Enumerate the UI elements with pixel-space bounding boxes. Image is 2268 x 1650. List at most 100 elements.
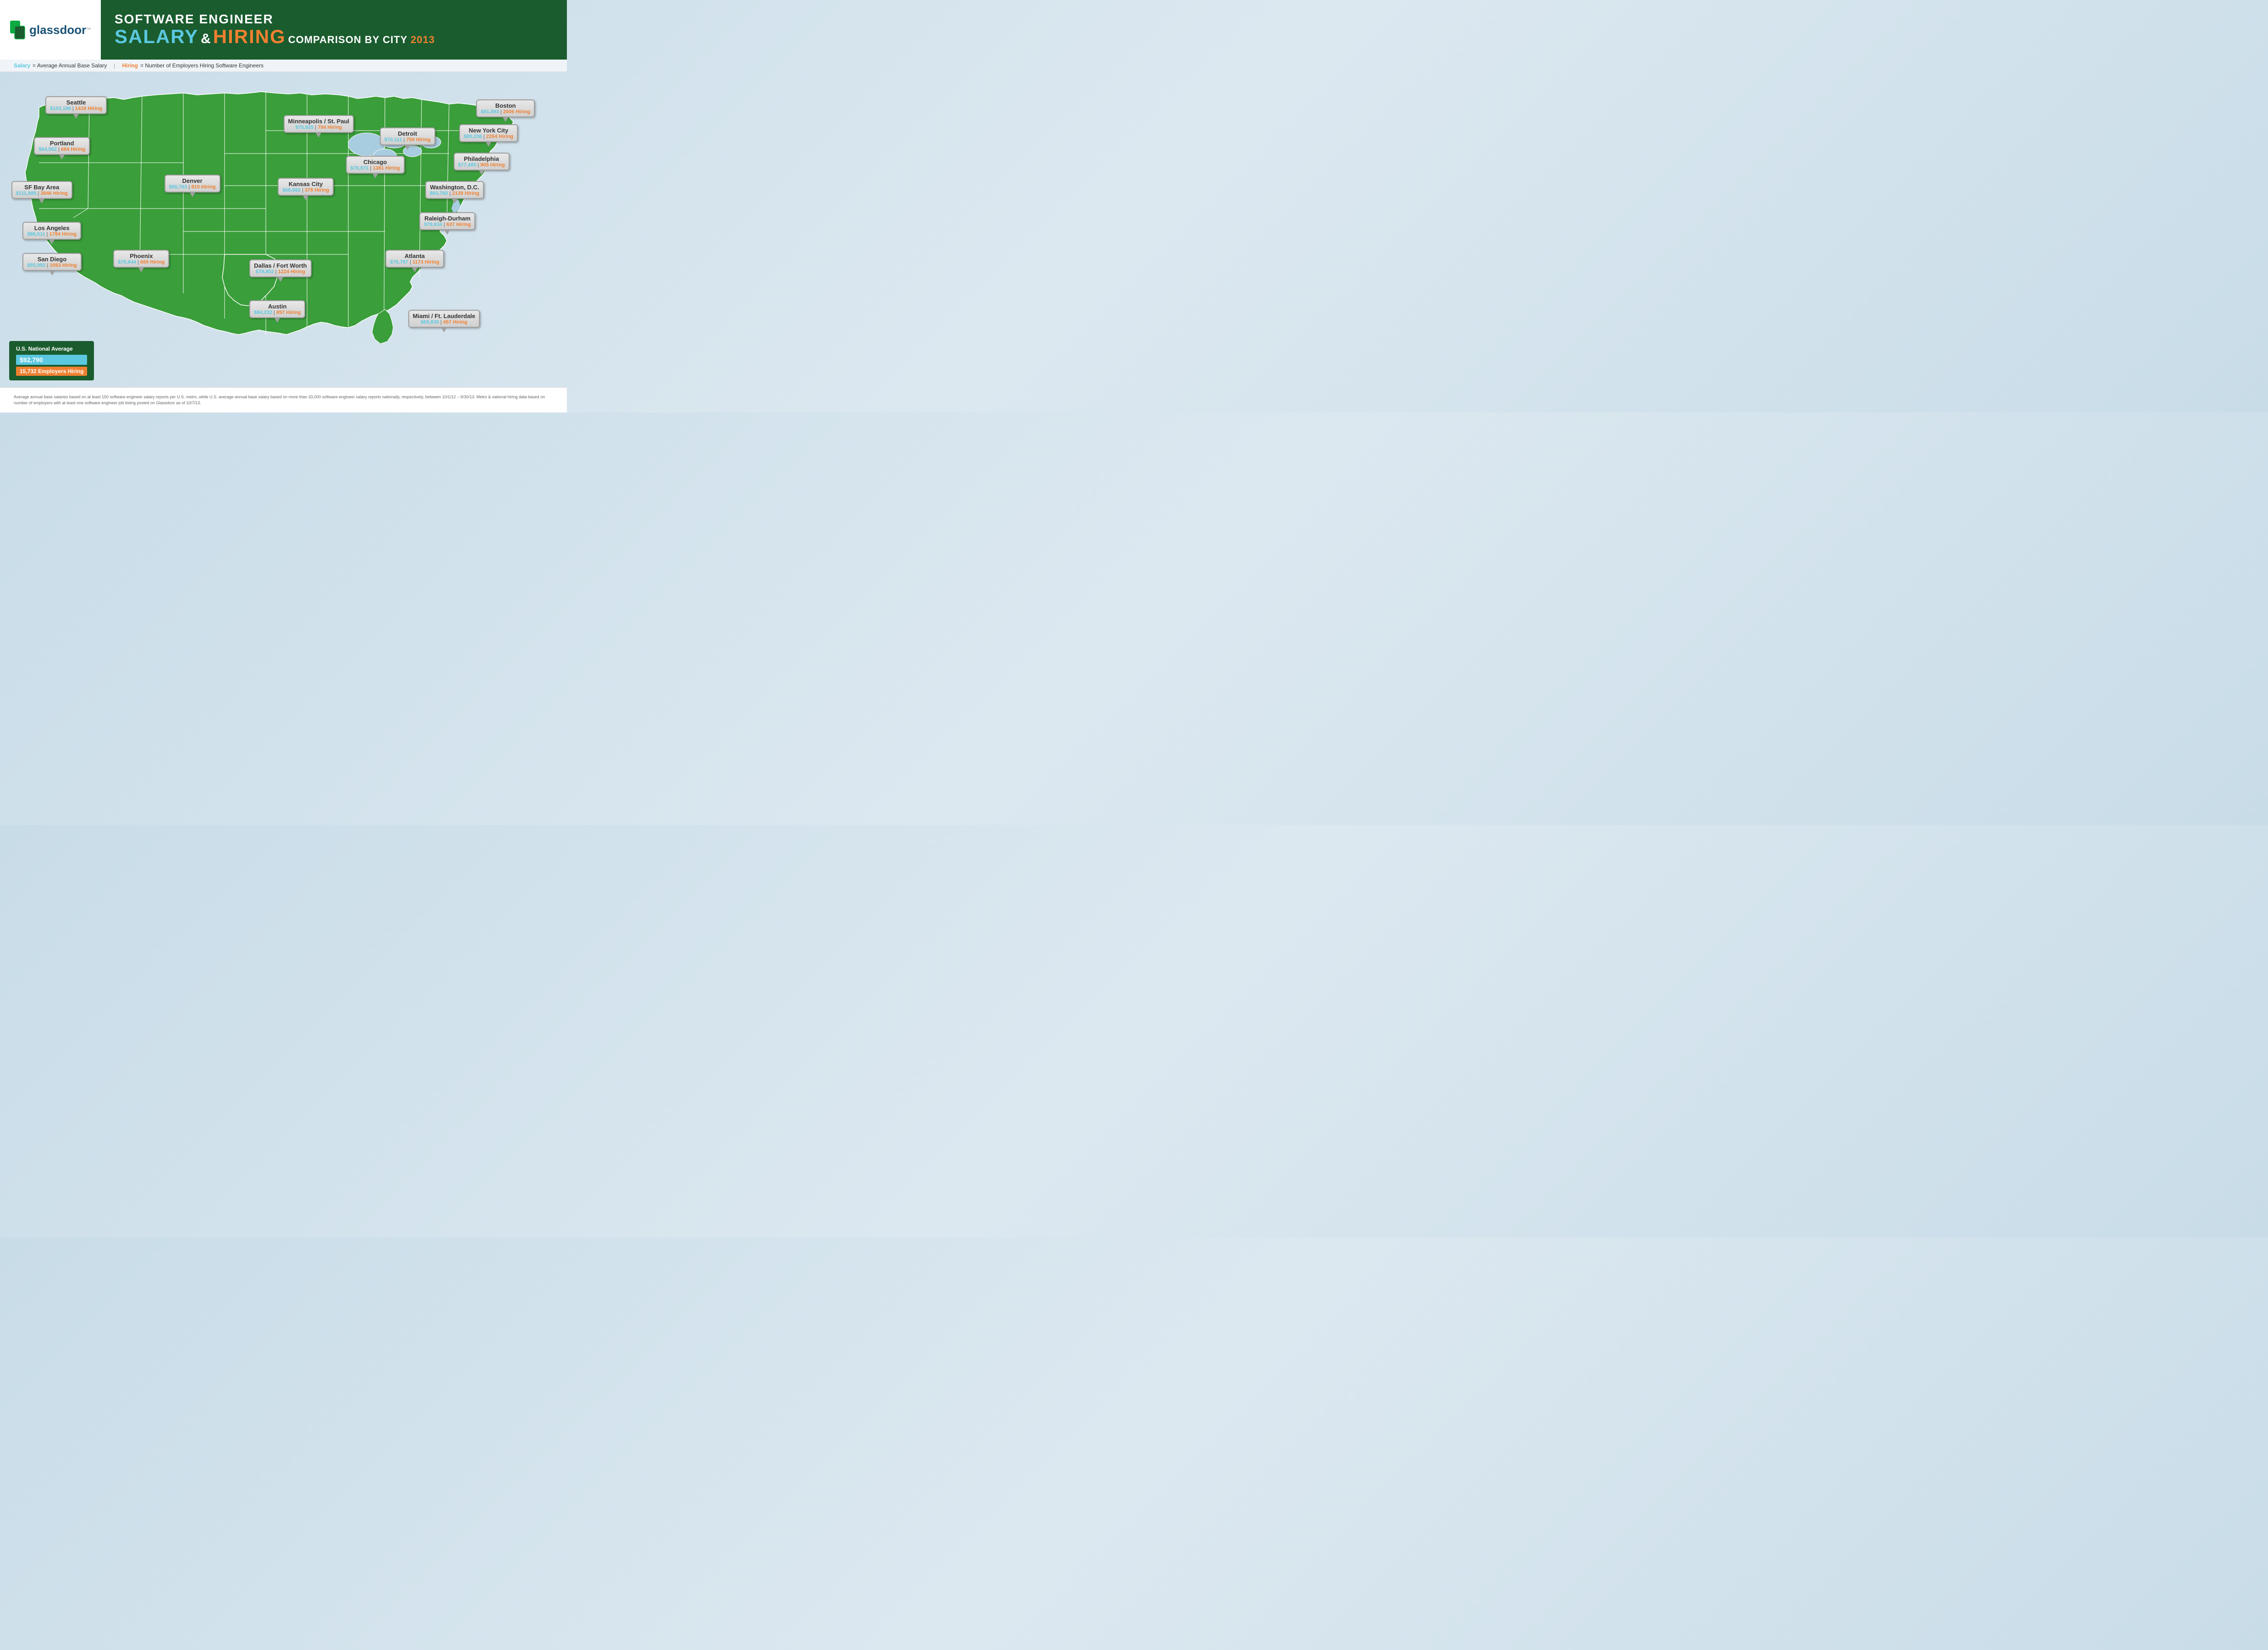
- city-data: $77,485 | 905 Hiring: [458, 162, 505, 168]
- title-hiring: HIRING: [213, 26, 286, 47]
- header: glassdoor™ SOFTWARE ENGINEER SALARY & HI…: [0, 0, 567, 60]
- city-salary: $79,634: [424, 222, 442, 227]
- national-avg-hiring: 15,732 Employers Hiring: [16, 367, 87, 376]
- city-data: $79,634 | 637 Hiring: [424, 222, 471, 227]
- city-data: $111,885 | 3846 Hiring: [16, 191, 68, 196]
- city-data: $103,196 | 1418 Hiring: [50, 106, 102, 111]
- city-data: $86,511 | 1784 Hiring: [27, 231, 76, 237]
- city-name: San Diego: [27, 256, 77, 263]
- title-line2: SALARY & HIRING COMPARISON BY CITY 2013: [115, 26, 553, 47]
- city-label: Minneapolis / St. Paul$75,925 | 794 Hiri…: [284, 115, 354, 133]
- city-hiring: 3846 Hiring: [40, 191, 67, 196]
- city-salary: $75,925: [295, 125, 313, 130]
- city-label: Philadelphia$77,485 | 905 Hiring: [454, 153, 510, 170]
- city-data: $84,232 | 857 Hiring: [254, 310, 301, 315]
- city-label: Denver$80,763 | 810 Hiring: [165, 175, 220, 192]
- city-hiring: 905 Hiring: [480, 162, 505, 168]
- city-hiring: 1224 Hiring: [278, 269, 305, 275]
- glassdoor-logo-icon: [9, 20, 26, 40]
- city-name: Miami / Ft. Lauderdale: [413, 313, 476, 319]
- city-hiring: 669 Hiring: [140, 259, 165, 265]
- city-salary: $84,562: [38, 147, 57, 152]
- city-name: Philadelphia: [458, 155, 505, 162]
- city-data: $85,236 | 2264 Hiring: [464, 134, 513, 139]
- city-label: SF Bay Area$111,885 | 3846 Hiring: [11, 181, 72, 199]
- city-label: Portland$84,562 | 684 Hiring: [34, 137, 90, 155]
- city-data: $84,562 | 684 Hiring: [38, 147, 85, 152]
- title-salary: SALARY: [115, 26, 198, 47]
- city-hiring: 457 Hiring: [443, 319, 467, 325]
- city-name: New York City: [464, 127, 513, 134]
- city-hiring: 2006 Hiring: [503, 109, 530, 115]
- city-name: Minneapolis / St. Paul: [288, 118, 350, 125]
- national-average-box: U.S. National Average $92,790 15,732 Emp…: [9, 341, 94, 380]
- city-name: Seattle: [50, 99, 102, 106]
- city-data: $80,763 | 810 Hiring: [169, 184, 216, 190]
- city-hiring: 1173 Hiring: [412, 259, 439, 265]
- city-label: New York City$85,236 | 2264 Hiring: [459, 124, 518, 142]
- subtitle-salary-def: = Average Annual Base Salary: [33, 62, 107, 69]
- city-data: $91,593 | 2006 Hiring: [481, 109, 530, 115]
- title-comparison: COMPARISON BY CITY 2013: [288, 34, 435, 45]
- city-salary: $84,232: [254, 310, 272, 315]
- city-name: Atlanta: [390, 253, 439, 259]
- city-label: Raleigh-Durham$79,634 | 637 Hiring: [419, 212, 475, 230]
- city-name: Kansas City: [282, 181, 329, 187]
- city-label: Seattle$103,196 | 1418 Hiring: [45, 96, 107, 114]
- city-label: Detroit$70,111 | 759 Hiring: [380, 127, 435, 145]
- city-salary: $69,830: [421, 319, 439, 325]
- city-salary: $68,892: [282, 187, 301, 193]
- national-avg-title: U.S. National Average: [16, 346, 87, 352]
- city-name: Chicago: [351, 159, 400, 165]
- logo-trademark: ™: [86, 27, 91, 32]
- city-salary: $83,765: [430, 191, 448, 196]
- city-data: $75,925 | 794 Hiring: [288, 125, 350, 130]
- logo-area: glassdoor™: [0, 0, 101, 60]
- title-amp: &: [201, 31, 211, 46]
- city-salary: $111,885: [16, 191, 37, 196]
- city-data: $78,802 | 1224 Hiring: [254, 269, 307, 275]
- city-label: Kansas City$68,892 | 378 Hiring: [278, 178, 334, 196]
- city-data: $76,787 | 1173 Hiring: [390, 259, 439, 265]
- city-hiring: 2264 Hiring: [486, 134, 513, 139]
- city-salary: $78,844: [118, 259, 136, 265]
- city-label: Los Angeles$86,511 | 1784 Hiring: [22, 222, 81, 240]
- city-salary: $78,871: [351, 165, 369, 171]
- city-hiring: 857 Hiring: [276, 310, 301, 315]
- city-name: Los Angeles: [27, 225, 76, 231]
- city-hiring: 2139 Hiring: [452, 191, 479, 196]
- city-hiring: 810 Hiring: [191, 184, 215, 190]
- city-hiring: 684 Hiring: [61, 147, 85, 152]
- title-line1: SOFTWARE ENGINEER: [115, 12, 553, 27]
- footer-text: Average annual base salaries based on at…: [14, 394, 553, 406]
- city-hiring: 794 Hiring: [318, 125, 342, 130]
- subtitle-hiring-def: = Number of Employers Hiring Software En…: [140, 62, 264, 69]
- city-salary: $85,236: [464, 134, 482, 139]
- city-name: Portland: [38, 140, 85, 147]
- city-hiring: 1418 Hiring: [75, 106, 102, 111]
- city-name: Phoenix: [118, 253, 165, 259]
- city-label: San Diego$93,993 | 1083 Hiring: [22, 253, 81, 271]
- map-container: Seattle$103,196 | 1418 HiringPortland$84…: [0, 71, 567, 385]
- city-hiring: 1083 Hiring: [49, 263, 77, 268]
- city-label: Boston$91,593 | 2006 Hiring: [476, 99, 535, 117]
- city-data: $68,892 | 378 Hiring: [282, 187, 329, 193]
- city-name: SF Bay Area: [16, 184, 68, 191]
- city-name: Detroit: [384, 130, 431, 137]
- city-label: Dallas / Fort Worth$78,802 | 1224 Hiring: [249, 259, 311, 277]
- city-name: Washington, D.C.: [430, 184, 479, 191]
- subtitle-salary-label: Salary: [14, 62, 30, 69]
- city-data: $83,765 | 2139 Hiring: [430, 191, 479, 196]
- city-salary: $77,485: [458, 162, 477, 168]
- city-data: $69,830 | 457 Hiring: [413, 319, 476, 325]
- city-salary: $91,593: [481, 109, 499, 115]
- city-label: Chicago$78,871 | 1381 Hiring: [346, 156, 405, 174]
- title-year: 2013: [411, 34, 435, 45]
- logo-text: glassdoor™: [29, 23, 91, 37]
- city-salary: $70,111: [384, 137, 402, 143]
- city-label: Austin$84,232 | 857 Hiring: [249, 300, 305, 318]
- city-name: Raleigh-Durham: [424, 215, 471, 222]
- title-area: SOFTWARE ENGINEER SALARY & HIRING COMPAR…: [101, 0, 567, 60]
- city-salary: $80,763: [169, 184, 187, 190]
- city-data: $78,844 | 669 Hiring: [118, 259, 165, 265]
